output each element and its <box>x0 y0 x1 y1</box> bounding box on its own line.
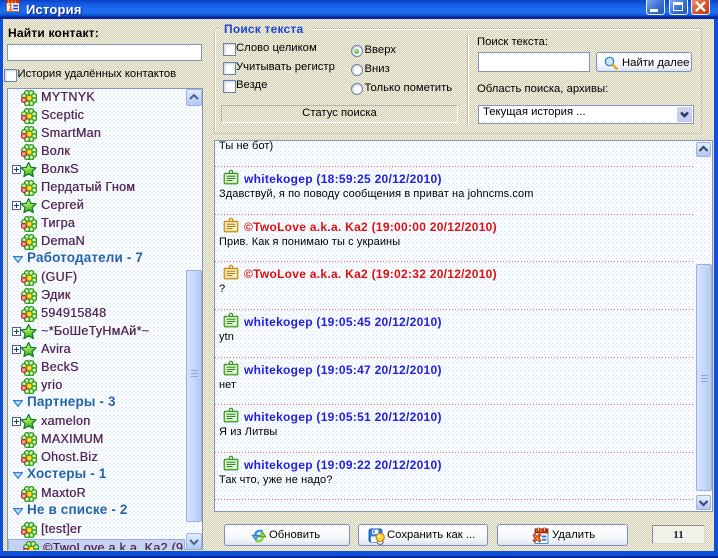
svg-text:1: 1 <box>8 2 13 12</box>
